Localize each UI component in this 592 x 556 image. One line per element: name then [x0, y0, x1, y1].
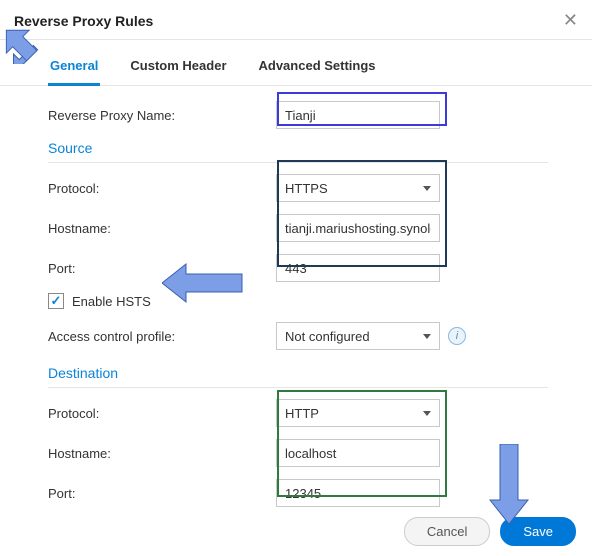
- tab-general[interactable]: General: [48, 52, 100, 86]
- tab-bar: General Custom Header Advanced Settings: [0, 40, 592, 86]
- chevron-down-icon: [423, 186, 431, 191]
- tab-custom-header[interactable]: Custom Header: [128, 52, 228, 86]
- source-heading: Source: [48, 140, 548, 163]
- dest-port-input[interactable]: [276, 479, 440, 507]
- enable-hsts-label: Enable HSTS: [72, 294, 151, 309]
- row-access-profile: Access control profile: Not configured i: [48, 321, 548, 351]
- chevron-down-icon: [423, 411, 431, 416]
- row-proxy-name: Reverse Proxy Name:: [48, 100, 548, 130]
- source-hostname-label: Hostname:: [48, 221, 276, 236]
- access-profile-value: Not configured: [285, 329, 370, 344]
- proxy-name-label: Reverse Proxy Name:: [48, 108, 276, 123]
- tab-advanced-settings[interactable]: Advanced Settings: [257, 52, 378, 86]
- dest-port-label: Port:: [48, 486, 276, 501]
- row-enable-hsts[interactable]: ✓ Enable HSTS: [48, 293, 548, 309]
- row-dest-hostname: Hostname:: [48, 438, 548, 468]
- access-profile-label: Access control profile:: [48, 329, 276, 344]
- info-icon[interactable]: i: [448, 327, 466, 345]
- dialog-content: Reverse Proxy Name: Source Protocol: HTT…: [0, 86, 592, 522]
- source-hostname-input[interactable]: [276, 214, 440, 242]
- dialog-buttons: Cancel Save: [404, 517, 576, 546]
- dest-protocol-value: HTTP: [285, 406, 319, 421]
- destination-heading: Destination: [48, 365, 548, 388]
- dest-hostname-input[interactable]: [276, 439, 440, 467]
- row-dest-protocol: Protocol: HTTP: [48, 398, 548, 428]
- source-port-input[interactable]: [276, 254, 440, 282]
- chevron-down-icon: [423, 334, 431, 339]
- access-profile-select[interactable]: Not configured: [276, 322, 440, 350]
- dialog-title: Reverse Proxy Rules: [14, 13, 153, 29]
- save-button[interactable]: Save: [500, 517, 576, 546]
- proxy-name-input[interactable]: [276, 101, 440, 129]
- cancel-button[interactable]: Cancel: [404, 517, 490, 546]
- dialog-header: Reverse Proxy Rules ✕: [0, 0, 592, 40]
- source-protocol-select[interactable]: HTTPS: [276, 174, 440, 202]
- source-protocol-value: HTTPS: [285, 181, 328, 196]
- enable-hsts-checkbox[interactable]: ✓: [48, 293, 64, 309]
- row-source-protocol: Protocol: HTTPS: [48, 173, 548, 203]
- row-source-hostname: Hostname:: [48, 213, 548, 243]
- close-icon[interactable]: ✕: [563, 10, 578, 31]
- source-protocol-label: Protocol:: [48, 181, 276, 196]
- source-port-label: Port:: [48, 261, 276, 276]
- row-dest-port: Port:: [48, 478, 548, 508]
- dest-protocol-select[interactable]: HTTP: [276, 399, 440, 427]
- dest-hostname-label: Hostname:: [48, 446, 276, 461]
- row-source-port: Port:: [48, 253, 548, 283]
- dest-protocol-label: Protocol:: [48, 406, 276, 421]
